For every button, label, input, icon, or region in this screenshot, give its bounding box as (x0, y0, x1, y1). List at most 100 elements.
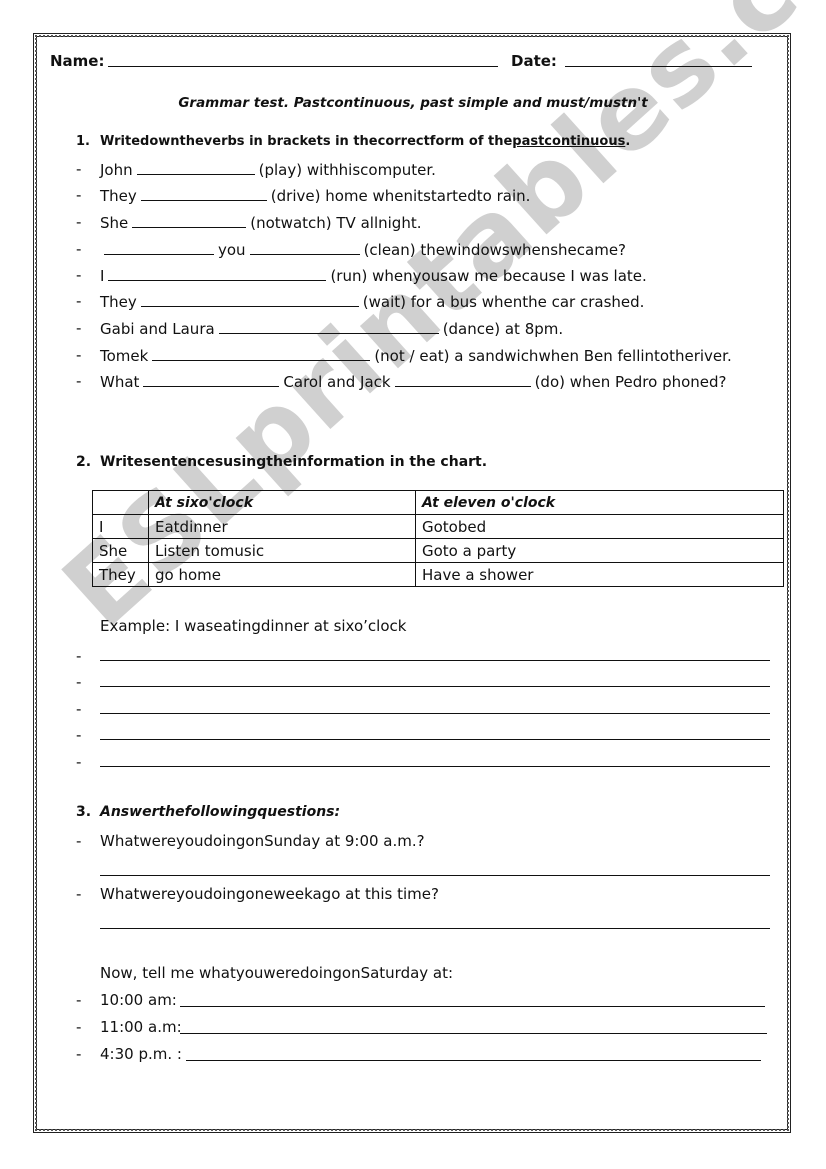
time-answer-line[interactable] (180, 1033, 767, 1034)
item-subject: What (100, 373, 140, 391)
item-verb-hint: (wait) for a bus whenthe car crashed. (362, 293, 645, 311)
exercise-item: Tomek (not / eat) a sandwichwhen Ben fell… (100, 346, 732, 365)
chart-cell: Listen tomusic (148, 538, 416, 563)
item-subject: Gabi and Laura (100, 320, 215, 338)
sentence-line[interactable] (100, 766, 770, 767)
item-subject: She (100, 214, 129, 232)
bullet-dash: - (76, 240, 82, 258)
exercise-item: I (run) whenyousaw me because I was late. (100, 266, 647, 285)
saturday-prompt: Now, tell me whatyouweredoingonSaturday … (100, 964, 454, 982)
bullet-dash: - (76, 160, 82, 178)
bullet-dash: - (76, 647, 82, 665)
bullet-dash: - (76, 1018, 82, 1036)
answer-blank[interactable] (108, 266, 327, 281)
chart-cell: go home (148, 562, 416, 587)
name-label: Name: (50, 52, 105, 70)
item-verb-hint: (dance) at 8pm. (442, 320, 564, 338)
section3-instruction: Answerthefollowingquestions: (100, 804, 341, 820)
chart-cell: Eatdinner (148, 514, 416, 539)
bullet-dash: - (76, 700, 82, 718)
item-verb-hint: (do) when Pedro phoned? (534, 373, 727, 391)
item-subject: John (100, 161, 133, 179)
item-subject: They (100, 293, 137, 311)
chart-cell: They (92, 562, 149, 587)
info-chart: At sixo'clock At eleven o'clock I Eatdin… (92, 490, 784, 587)
sentence-line[interactable] (100, 686, 770, 687)
bullet-dash: - (76, 753, 82, 771)
time-answer-line[interactable] (186, 1060, 761, 1061)
chart-row: They go home Have a shower (92, 562, 784, 587)
answer-blank[interactable] (136, 160, 255, 175)
chart-cell: Gotobed (415, 514, 784, 539)
bullet-dash: - (76, 832, 82, 850)
answer-blank[interactable] (249, 240, 360, 255)
section2-number: 2. (76, 454, 92, 470)
bullet-dash: - (76, 1045, 82, 1063)
sentence-line[interactable] (100, 660, 770, 661)
instruction-suffix: . (625, 134, 631, 149)
exercise-item: John (play) withhiscomputer. (100, 160, 436, 179)
time-label: 11:00 a.m: (100, 1018, 182, 1036)
chart-header-cell: At sixo'clock (148, 490, 416, 515)
chart-header-cell (92, 490, 149, 515)
chart-cell: Have a shower (415, 562, 784, 587)
date-label: Date: (511, 52, 557, 70)
exercise-item: They (drive) home whenitstartedto rain. (100, 186, 530, 205)
example-sentence: Example: I waseatingdinner at sixo’clock (100, 617, 407, 635)
sentence-line[interactable] (100, 713, 770, 714)
bullet-dash: - (76, 885, 82, 903)
exercise-item: Gabi and Laura (dance) at 8pm. (100, 319, 563, 338)
exercise-item: She (notwatch) TV allnight. (100, 213, 421, 232)
instruction-underlined: pastcontinuous (512, 134, 626, 149)
answer-blank[interactable] (152, 346, 371, 361)
section3-number: 3. (76, 804, 92, 820)
chart-cell: I (92, 514, 149, 539)
bullet-dash: - (76, 991, 82, 1009)
chart-cell: She (92, 538, 149, 563)
answer-line-2[interactable] (100, 928, 770, 929)
item-middle: you (218, 241, 246, 259)
bullet-dash: - (76, 346, 82, 364)
chart-cell: Goto a party (415, 538, 784, 563)
page-title: Grammar test. Pastcontinuous, past simpl… (178, 95, 648, 111)
sentence-line[interactable] (100, 739, 770, 740)
section2-instruction: Writesentencesusingtheinformation in the… (100, 454, 488, 470)
answer-blank[interactable] (140, 186, 267, 201)
item-verb-hint: (run) whenyousaw me because I was late. (330, 267, 647, 285)
chart-header-cell: At eleven o'clock (415, 490, 784, 515)
exercise-item: What Carol and Jack (do) when Pedro phoned… (100, 372, 727, 391)
answer-blank[interactable] (394, 372, 531, 387)
item-verb-hint: (play) withhiscomputer. (258, 161, 436, 179)
time-label: 4:30 p.m. : (100, 1045, 182, 1063)
item-verb-hint: (clean) thewindowswhenshecame? (363, 241, 627, 259)
bullet-dash: - (76, 186, 82, 204)
section1-instruction: Writedowntheverbs in brackets in thecorr… (100, 134, 630, 149)
time-label: 10:00 am: (100, 991, 177, 1009)
item-subject: Tomek (100, 347, 149, 365)
time-answer-line[interactable] (180, 1006, 765, 1007)
answer-blank[interactable] (132, 213, 247, 228)
answer-blank[interactable] (218, 319, 439, 334)
item-verb-hint: (notwatch) TV allnight. (250, 214, 422, 232)
item-subject: I (100, 267, 105, 285)
date-field[interactable] (565, 66, 752, 67)
answer-blank[interactable] (143, 372, 280, 387)
answer-line-1[interactable] (100, 875, 770, 876)
bullet-dash: - (76, 292, 82, 310)
answer-blank[interactable] (140, 292, 359, 307)
bullet-dash: - (76, 266, 82, 284)
bullet-dash: - (76, 726, 82, 744)
exercise-item: They (wait) for a bus whenthe car crashed… (100, 292, 644, 311)
section1-number: 1. (76, 134, 90, 149)
name-field[interactable] (108, 66, 498, 67)
exercise-item: you (clean) thewindowswhenshecame? (100, 240, 626, 259)
question-1: WhatwereyoudoingonSunday at 9:00 a.m.? (100, 832, 425, 850)
instruction-text: Writedowntheverbs in brackets in thecorr… (100, 134, 513, 149)
item-middle: Carol and Jack (283, 373, 391, 391)
bullet-dash: - (76, 319, 82, 337)
bullet-dash: - (76, 213, 82, 231)
chart-row: She Listen tomusic Goto a party (92, 538, 784, 563)
answer-blank[interactable] (104, 240, 214, 255)
bullet-dash: - (76, 372, 82, 390)
chart-row: I Eatdinner Gotobed (92, 514, 784, 539)
